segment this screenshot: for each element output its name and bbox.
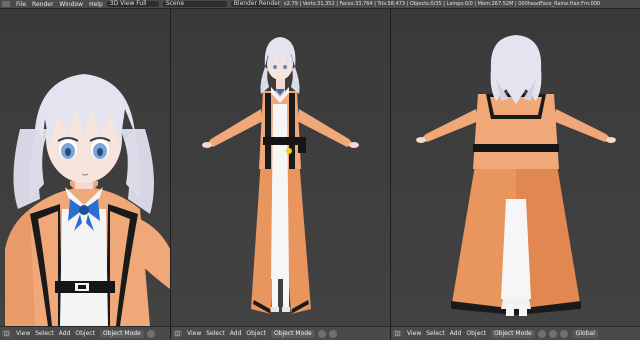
pivot-point-icon[interactable]	[328, 329, 337, 338]
viewport-header-back: ◫ View Select Add Object Object Mode Glo…	[391, 326, 640, 340]
editor-type-icon[interactable]	[2, 1, 10, 7]
transform-orientation-selector[interactable]: Global	[572, 329, 598, 338]
menu-add[interactable]: Add	[230, 330, 242, 337]
menu-file[interactable]: File	[16, 1, 26, 8]
menu-render[interactable]: Render	[32, 1, 53, 8]
viewport-shading-icon[interactable]	[146, 329, 155, 338]
editor-type-icon[interactable]: ◫	[393, 330, 402, 337]
interaction-mode-selector[interactable]: Object Mode	[490, 329, 535, 338]
menu-object[interactable]: Object	[75, 330, 95, 337]
scene-selector[interactable]: Scene	[162, 1, 227, 7]
menu-help[interactable]: Help	[89, 1, 103, 8]
character-front-render	[202, 37, 359, 314]
menu-view[interactable]: View	[187, 330, 201, 337]
viewport-header-left: ◫ View Select Add Object Object Mode	[0, 326, 170, 340]
menu-select[interactable]: Select	[206, 330, 225, 337]
viewport-front[interactable]	[171, 9, 390, 326]
manipulator-icon[interactable]	[559, 329, 568, 338]
menu-view[interactable]: View	[16, 330, 30, 337]
screen-layout-selector[interactable]: 3D View Full	[106, 1, 159, 7]
info-header: File Render Window Help 3D View Full Sce…	[0, 0, 640, 9]
character-closeup-render	[5, 74, 170, 326]
menu-window[interactable]: Window	[59, 1, 83, 8]
interaction-mode-selector[interactable]: Object Mode	[99, 329, 144, 338]
render-engine-selector[interactable]: Blender Render	[230, 1, 280, 7]
viewport-shading-icon[interactable]	[317, 329, 326, 338]
viewport-header-front: ◫ View Select Add Object Object Mode	[171, 326, 390, 340]
menu-object[interactable]: Object	[466, 330, 486, 337]
menu-select[interactable]: Select	[35, 330, 54, 337]
menu-add[interactable]: Add	[450, 330, 462, 337]
menu-add[interactable]: Add	[59, 330, 71, 337]
viewport-shading-icon[interactable]	[537, 329, 546, 338]
editor-type-icon[interactable]: ◫	[2, 330, 11, 337]
viewport-left-closeup[interactable]	[0, 9, 170, 326]
character-back-render	[416, 35, 616, 316]
scene-stats: v2.79 | Verts:31,352 | Faces:33,764 | Tr…	[283, 1, 601, 7]
menu-view[interactable]: View	[407, 330, 421, 337]
menu-select[interactable]: Select	[426, 330, 445, 337]
viewport-back[interactable]	[391, 9, 640, 326]
editor-type-icon[interactable]: ◫	[173, 330, 182, 337]
menu-object[interactable]: Object	[246, 330, 266, 337]
pivot-point-icon[interactable]	[548, 329, 557, 338]
interaction-mode-selector[interactable]: Object Mode	[270, 329, 315, 338]
